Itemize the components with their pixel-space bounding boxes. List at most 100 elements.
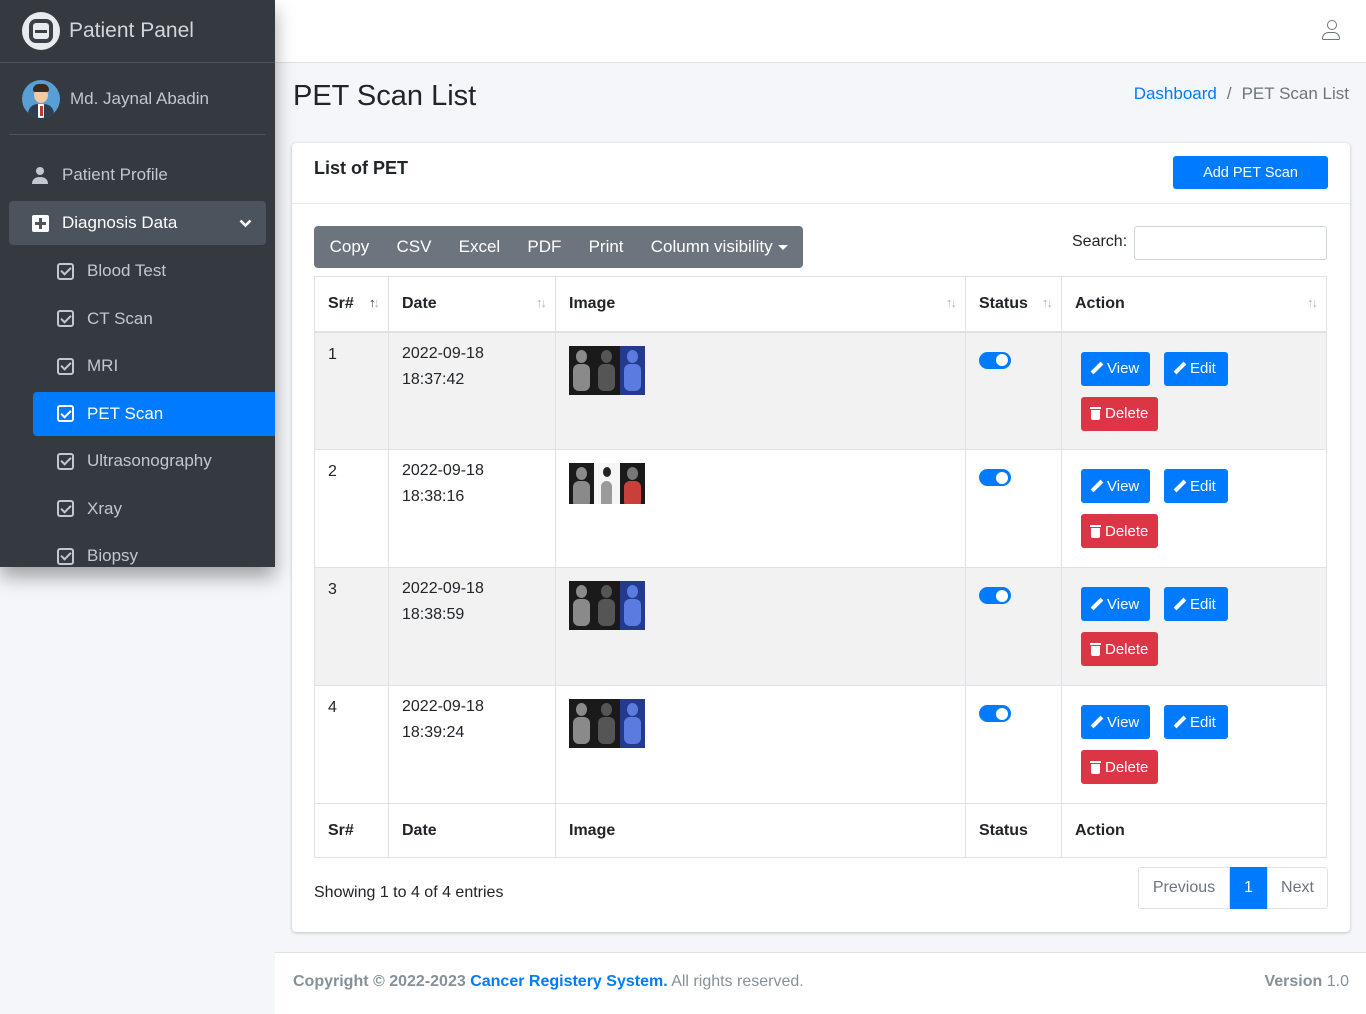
edit-button[interactable]: Edit bbox=[1164, 469, 1228, 503]
sidebar-nav: Patient Profile Diagnosis Data Blood Tes… bbox=[0, 135, 275, 567]
sidebar-item-pet-scan[interactable]: PET Scan bbox=[33, 391, 275, 436]
breadcrumb-dashboard-link[interactable]: Dashboard bbox=[1134, 84, 1217, 104]
view-button[interactable]: View bbox=[1081, 351, 1150, 386]
export-button-group: Copy CSV Excel PDF Print Column visibili… bbox=[314, 226, 804, 268]
edit-button[interactable]: Edit bbox=[1164, 587, 1228, 621]
footer-brand-link[interactable]: Cancer Registery System. bbox=[470, 973, 667, 990]
version-label: Version bbox=[1264, 973, 1323, 990]
check-square-icon bbox=[57, 310, 74, 327]
breadcrumb: Dashboard / PET Scan List bbox=[1134, 84, 1349, 104]
delete-button[interactable]: Delete bbox=[1081, 750, 1158, 784]
column-header-sr[interactable]: Sr# ↑↓ bbox=[314, 276, 389, 333]
user-menu-icon[interactable] bbox=[1322, 20, 1342, 42]
status-toggle[interactable] bbox=[979, 705, 1011, 722]
pet-scan-table: Sr# ↑↓ Date ↑↓ Image ↑↓ Status ↑↓ Action ↑↓ 1… bbox=[314, 276, 1327, 858]
table-row: 2 2022-09-18 18:38:16 View Edit Delete bbox=[314, 449, 1327, 568]
user-panel[interactable]: Md. Jaynal Abadin bbox=[9, 63, 266, 135]
status-toggle[interactable] bbox=[979, 469, 1011, 486]
user-icon bbox=[31, 166, 49, 184]
page-1-button[interactable]: 1 bbox=[1230, 867, 1267, 909]
footer: Copyright © 2022-2023 Cancer Registery S… bbox=[275, 952, 1366, 1014]
sidebar-item-label: Diagnosis Data bbox=[62, 213, 178, 232]
edit-button[interactable]: Edit bbox=[1164, 705, 1228, 739]
previous-page-button[interactable]: Previous bbox=[1138, 867, 1230, 909]
table-row: 1 2022-09-18 18:37:42 View Edit Delete bbox=[314, 331, 1327, 450]
delete-button[interactable]: Delete bbox=[1081, 514, 1158, 548]
sidebar-item-ct-scan[interactable]: CT Scan bbox=[33, 297, 275, 341]
column-header-date[interactable]: Date ↑↓ bbox=[388, 276, 556, 333]
sidebar-item-label: Xray bbox=[87, 498, 122, 518]
sidebar-item-diagnosis-data[interactable]: Diagnosis Data bbox=[9, 201, 266, 245]
action-cell: View Edit Delete bbox=[1061, 567, 1327, 686]
check-square-icon bbox=[57, 452, 74, 470]
chevron-down-icon bbox=[239, 213, 252, 233]
brand-link[interactable]: Patient Panel bbox=[0, 0, 275, 63]
pencil-icon bbox=[1090, 480, 1103, 493]
status-cell bbox=[965, 685, 1062, 804]
status-cell bbox=[965, 331, 1062, 450]
sr-cell: 1 bbox=[314, 331, 389, 450]
pet-scan-thumbnail[interactable] bbox=[569, 463, 952, 504]
footer-header-image: Image bbox=[555, 803, 966, 858]
pet-scan-thumbnail[interactable] bbox=[569, 699, 952, 748]
sort-asc-icon: ↑↓ bbox=[369, 295, 380, 310]
excel-button[interactable]: Excel bbox=[445, 237, 514, 257]
check-square-icon bbox=[57, 357, 74, 375]
trash-icon bbox=[1090, 760, 1101, 774]
footer-header-sr: Sr# bbox=[314, 803, 389, 858]
column-header-image[interactable]: Image ↑↓ bbox=[555, 276, 966, 333]
sidebar-item-label: PET Scan bbox=[87, 403, 164, 423]
trash-icon bbox=[1090, 642, 1101, 656]
pet-scan-thumbnail[interactable] bbox=[569, 581, 952, 630]
version: Version 1.0 bbox=[1264, 973, 1349, 991]
check-square-icon bbox=[57, 405, 74, 422]
status-toggle[interactable] bbox=[979, 587, 1011, 604]
sidebar-item-blood-test[interactable]: Blood Test bbox=[33, 249, 275, 293]
pet-scan-thumbnail[interactable] bbox=[569, 345, 952, 395]
next-page-button[interactable]: Next bbox=[1267, 867, 1328, 909]
user-name[interactable]: Md. Jaynal Abadin bbox=[70, 89, 209, 109]
check-square-icon bbox=[57, 500, 74, 517]
sidebar-item-label: Ultrasonography bbox=[87, 451, 212, 470]
sidebar-item-label: Blood Test bbox=[87, 261, 167, 280]
view-button[interactable]: View bbox=[1081, 705, 1150, 739]
delete-button[interactable]: Delete bbox=[1081, 396, 1158, 431]
trash-icon bbox=[1090, 407, 1101, 420]
sidebar-item-xray[interactable]: Xray bbox=[33, 487, 275, 531]
sidebar-item-patient-profile[interactable]: Patient Profile bbox=[9, 153, 266, 197]
check-square-icon bbox=[57, 262, 74, 280]
column-visibility-button[interactable]: Column visibility bbox=[637, 237, 801, 257]
check-square-icon bbox=[57, 547, 74, 565]
print-button[interactable]: Print bbox=[575, 237, 637, 257]
card-header: List of PET Add PET Scan bbox=[292, 143, 1350, 204]
image-cell bbox=[555, 331, 966, 450]
sidebar-item-ultrasonography[interactable]: Ultrasonography bbox=[33, 439, 275, 483]
search-label: Search: bbox=[1072, 233, 1128, 250]
status-toggle[interactable] bbox=[979, 351, 1011, 369]
column-header-status[interactable]: Status ↑↓ bbox=[965, 276, 1062, 333]
sidebar: Patient Panel Md. Jaynal Abadin Patient … bbox=[0, 0, 275, 567]
copy-button[interactable]: Copy bbox=[316, 237, 383, 257]
edit-button[interactable]: Edit bbox=[1164, 351, 1228, 386]
sidebar-item-mri[interactable]: MRI bbox=[33, 344, 275, 388]
delete-button[interactable]: Delete bbox=[1081, 632, 1158, 666]
sort-icon: ↑↓ bbox=[1307, 295, 1318, 310]
sort-icon: ↑↓ bbox=[536, 295, 547, 310]
csv-button[interactable]: CSV bbox=[383, 237, 445, 257]
image-cell bbox=[555, 567, 966, 686]
column-header-action[interactable]: Action ↑↓ bbox=[1061, 276, 1327, 333]
status-cell bbox=[965, 449, 1062, 568]
sidebar-item-biopsy[interactable]: Biopsy bbox=[33, 534, 275, 567]
pencil-icon bbox=[1173, 716, 1186, 729]
version-number: 1.0 bbox=[1326, 973, 1349, 990]
sidebar-item-label: CT Scan bbox=[87, 308, 153, 328]
view-button[interactable]: View bbox=[1081, 469, 1150, 503]
sidebar-item-label: Biopsy bbox=[87, 546, 139, 565]
search-input[interactable] bbox=[1134, 226, 1327, 260]
date-cell: 2022-09-18 18:38:16 bbox=[388, 449, 556, 568]
action-cell: View Edit Delete bbox=[1061, 685, 1327, 804]
view-button[interactable]: View bbox=[1081, 587, 1150, 621]
add-pet-scan-button[interactable]: Add PET Scan bbox=[1173, 156, 1328, 189]
pdf-button[interactable]: PDF bbox=[514, 237, 575, 257]
pencil-icon bbox=[1173, 362, 1186, 375]
